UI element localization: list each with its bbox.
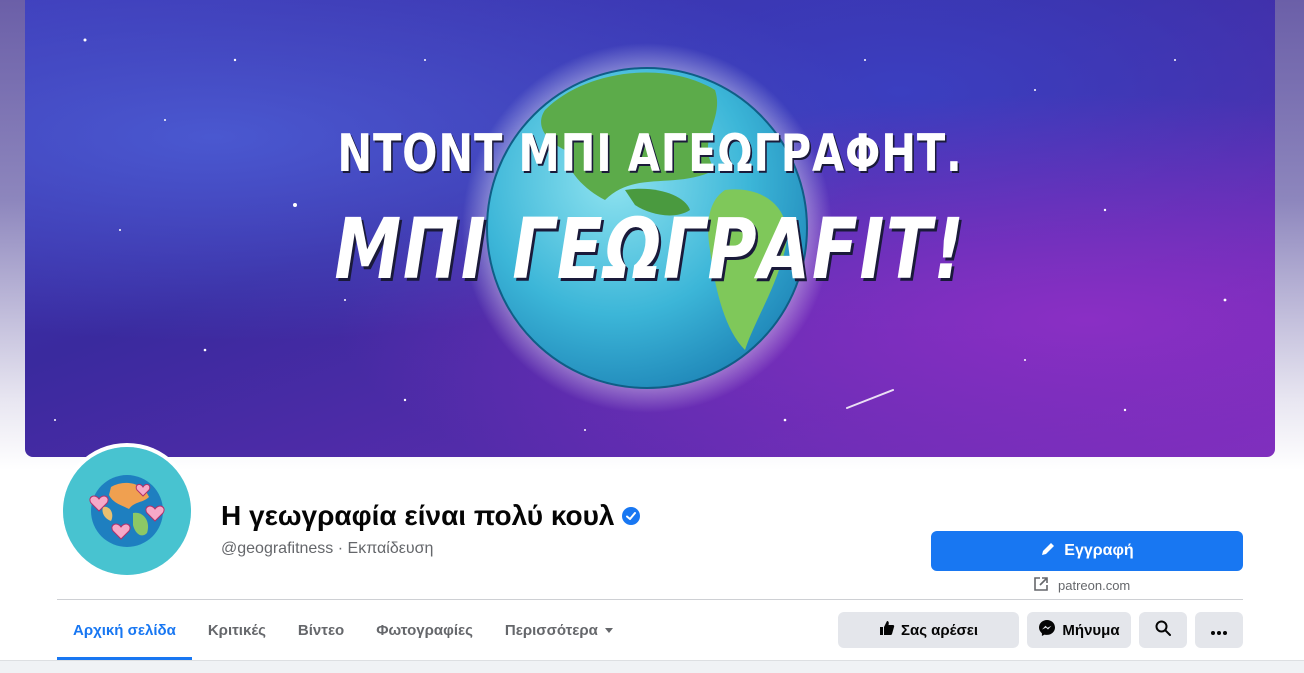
page-subtitle: @geografitness · Εκπαίδευση <box>221 540 434 557</box>
verified-badge-icon <box>622 507 641 525</box>
tab-label: Φωτογραφίες <box>376 621 473 639</box>
external-link-icon <box>1034 576 1048 594</box>
page-name-text: Η γεωγραφία είναι πολύ κουλ <box>221 500 615 531</box>
cover-photo[interactable]: ΝΤΟΝΤ ΜΠΙ ΑΓΕΩΓΡΑΦΗΤ. ΜΠΙ ΓΕΩΓΡAFIT! <box>25 0 1275 457</box>
avatar[interactable] <box>59 443 195 579</box>
tab-label: Αρχική σελίδα <box>73 621 176 639</box>
tab-home[interactable]: Αρχική σελίδα <box>57 600 192 660</box>
tab-photos[interactable]: Φωτογραφίες <box>360 600 489 660</box>
tab-videos[interactable]: Βίντεο <box>282 600 360 660</box>
page-title: Η γεωγραφία είναι πολύ κουλ <box>221 500 641 532</box>
external-link[interactable]: patreon.com <box>1034 576 1130 594</box>
feed-background <box>0 660 1304 673</box>
more-options-button[interactable] <box>1195 612 1243 648</box>
message-label: Μήνυμα <box>1062 621 1120 639</box>
signup-button[interactable]: Εγγραφή <box>931 531 1243 571</box>
messenger-icon <box>1038 619 1056 641</box>
tab-more[interactable]: Περισσότερα <box>489 600 630 660</box>
like-label: Σας αρέσει <box>900 621 978 639</box>
search-button[interactable] <box>1139 612 1187 648</box>
tab-label: Βίντεο <box>297 621 345 639</box>
caret-down-icon <box>604 622 614 639</box>
pencil-icon <box>1040 541 1056 562</box>
page-tabs: Αρχική σελίδα Κριτικές Βίντεο Φωτογραφίε… <box>57 600 630 660</box>
like-button[interactable]: Σας αρέσει <box>838 612 1019 648</box>
globe-hearts-icon <box>63 447 191 575</box>
cover-headline: ΝΤΟΝΤ ΜΠΙ ΑΓΕΩΓΡΑΦΗΤ. <box>337 124 963 184</box>
message-button[interactable]: Μήνυμα <box>1027 612 1131 648</box>
tab-label: Περισσότερα <box>504 621 598 639</box>
tab-label: Κριτικές <box>207 621 266 639</box>
ellipsis-icon <box>1211 622 1227 639</box>
tab-reviews[interactable]: Κριτικές <box>192 600 282 660</box>
thumbs-up-icon <box>879 620 895 640</box>
cover-tagline: ΜΠΙ ΓΕΩΓΡAFIT! <box>334 200 966 298</box>
search-icon <box>1155 620 1171 640</box>
external-link-text[interactable]: patreon.com <box>1058 578 1130 593</box>
signup-label: Εγγραφή <box>1064 542 1134 559</box>
